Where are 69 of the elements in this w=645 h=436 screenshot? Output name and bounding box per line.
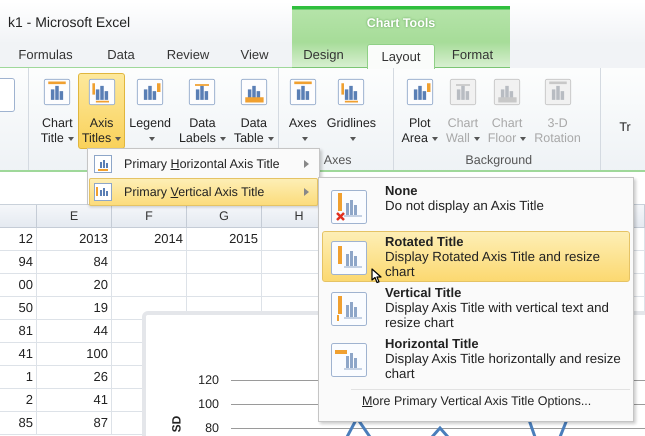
ribbon-button[interactable]: Tr: [605, 73, 645, 149]
column-header[interactable]: F: [112, 205, 187, 228]
ribbon-button[interactable]: Legend: [125, 73, 175, 149]
ribbon-button[interactable]: Axes: [282, 73, 323, 149]
option-title: None: [385, 183, 418, 198]
chart-icon: [94, 155, 112, 173]
ribbon-tab[interactable]: Layout: [367, 44, 435, 69]
menu-option[interactable]: Horizontal Title Display Axis Title horizontally and resize chart: [322, 333, 630, 384]
chart-icon: [330, 189, 368, 225]
contextual-tab-header: Chart Tools: [292, 6, 510, 42]
axis-label: 100: [197, 397, 219, 411]
mouse-cursor-icon: [371, 268, 383, 284]
chart-icon: [330, 342, 368, 378]
table-cell: 00: [0, 274, 37, 297]
option-description: Display Axis Title horizontally and resize chart: [385, 351, 622, 381]
table-cell: 2014: [112, 228, 187, 251]
table-cell: 20: [37, 274, 112, 297]
table-cell: 50: [0, 297, 37, 320]
table-cell: 41: [0, 343, 37, 366]
chart-icon: [94, 183, 112, 201]
option-description: Display Axis Title with vertical text and resize chart: [385, 300, 610, 330]
ribbon-button[interactable]: Gridlines: [322, 73, 380, 149]
table-cell: 87: [37, 412, 112, 435]
chart-icon: [330, 240, 368, 276]
option-title: Horizontal Title: [385, 336, 480, 351]
table-cell: 84: [37, 251, 112, 274]
table-cell: 44: [37, 320, 112, 343]
menu-option[interactable]: Rotated Title Display Rotated Axis Title and resize chart: [322, 231, 630, 282]
table-cell: 41: [37, 389, 112, 412]
ribbon-tab[interactable]: Format: [435, 42, 510, 67]
table-cell: 100: [37, 343, 112, 366]
table-cell: 94: [0, 251, 37, 274]
table-cell: 19: [37, 297, 112, 320]
table-cell: 2013: [37, 228, 112, 251]
ribbon-button[interactable]: Axis Titles: [78, 73, 126, 149]
table-cell: 2015: [187, 228, 262, 251]
window-title: k1 - Microsoft Excel: [7, 13, 132, 32]
menu-item[interactable]: More Primary Vertical Axis Title Options...: [362, 390, 630, 412]
ribbon-tab[interactable]: Formulas: [8, 42, 83, 67]
axis-title: SD: [169, 416, 184, 432]
table-cell: 2: [0, 389, 37, 412]
ribbon-button[interactable]: [0, 78, 15, 112]
table-cell: 12: [0, 228, 37, 251]
ribbon-button[interactable]: Data Table: [230, 73, 278, 149]
group-label: Background: [465, 153, 532, 167]
menu-item[interactable]: Primary Vertical Axis Title: [89, 178, 318, 206]
group-label: Axes: [324, 153, 352, 167]
option-title: Rotated Title: [385, 234, 464, 249]
ribbon-tab[interactable]: Data: [83, 42, 159, 67]
table-cell: 26: [37, 366, 112, 389]
option-description: Display Rotated Axis Title and resize chart: [385, 249, 602, 279]
menu-item[interactable]: Primary Horizontal Axis Title: [89, 150, 318, 178]
ribbon-button[interactable]: Chart Title: [36, 73, 78, 149]
axis-label: 120: [197, 373, 219, 387]
option-title: Vertical Title: [385, 285, 462, 300]
column-header[interactable]: [0, 205, 37, 228]
option-description: Do not display an Axis Title: [385, 198, 545, 213]
menu-option[interactable]: Vertical Title Display Axis Title with vertical text and resize chart: [322, 282, 630, 333]
column-header[interactable]: G: [187, 205, 262, 228]
ribbon-button[interactable]: Data Labels: [174, 73, 230, 149]
table-cell: 1: [0, 366, 37, 389]
column-header[interactable]: E: [37, 205, 112, 228]
ribbon-tab[interactable]: Design: [292, 42, 355, 67]
ribbon-tab[interactable]: View: [217, 42, 292, 67]
ribbon-tab[interactable]: Review: [159, 42, 217, 67]
table-cell: 85: [0, 412, 37, 435]
ribbon-button[interactable]: Plot Area: [398, 73, 442, 149]
table-cell: 81: [0, 320, 37, 343]
chart-icon: [330, 291, 368, 327]
